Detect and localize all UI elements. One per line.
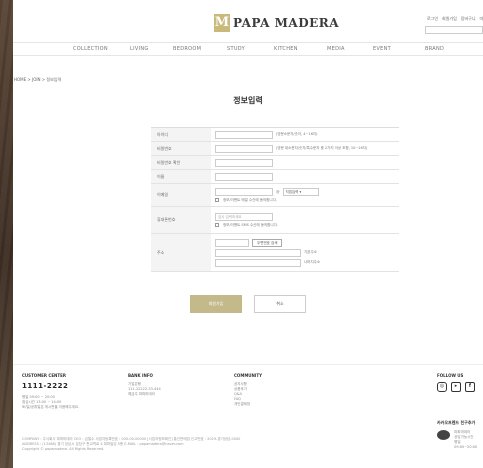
nav-collection[interactable]: COLLECTION — [73, 46, 108, 52]
company-info: COMPANY : 주식회사 파파마데라 CEO : 김철수 사업자등록번호 :… — [22, 437, 240, 452]
row-name: 이름 — [151, 170, 399, 184]
email-domain-select[interactable]: 직접입력 ▾ — [282, 187, 319, 196]
nav-kitchen[interactable]: KITCHEN — [274, 46, 298, 52]
page-title: 정보입력 — [233, 96, 263, 105]
kakao-chat-icon[interactable] — [437, 430, 451, 440]
bank-line: 예금주 파파마데라 — [128, 392, 155, 396]
address-basic-input[interactable] — [215, 248, 301, 257]
zipcode-search-button[interactable]: 우편번호 검색 — [252, 238, 283, 247]
nav-media[interactable]: MEDIA — [327, 46, 345, 52]
cs-phone: 1111-2222 — [22, 382, 69, 390]
youtube-icon[interactable]: ▸ — [451, 382, 461, 392]
email-at: @ — [276, 189, 280, 194]
address-basic-label: 기본주소 — [304, 250, 317, 254]
page-container: PAPA MADERA 로그인 회원가입 장바구니 마 COLLECTION L… — [13, 0, 483, 468]
nav-study[interactable]: STUDY — [227, 46, 245, 52]
email-label: 이메일 — [151, 184, 211, 206]
kakao-title: 카카오프렌드 친구추가 — [437, 420, 476, 425]
row-mobile: 휴대폰번호 검사 입력하세요 정보/이벤트 SMS 수신에 동의합니다. — [151, 207, 399, 234]
kakao-channel: 카카오프렌드 친구추가 파파마데라 상담가능시간 평일 09:00~20:00 — [437, 420, 483, 449]
address-detail-input[interactable] — [215, 258, 301, 267]
nav-living[interactable]: LIVING — [130, 46, 149, 52]
zipcode-input[interactable] — [215, 238, 249, 247]
name-label: 이름 — [151, 170, 211, 183]
bank-info: BANK INFO 기업은행 111-22222-33-444 예금주 파파마데… — [128, 373, 161, 397]
community-link[interactable]: 개인결제창 — [234, 402, 262, 407]
community: COMMUNITY 공지사항 상품후기 Q&A FAQ 개인결제창 — [234, 373, 262, 407]
breadcrumb: HOME > JOIN > 정보입력 — [14, 77, 62, 82]
email-agree-checkbox[interactable] — [215, 198, 219, 202]
password-input[interactable] — [215, 144, 273, 153]
follow-us: FOLLOW US ◎ ▸ f — [437, 373, 475, 392]
follow-title: FOLLOW US — [437, 373, 464, 378]
main-navigation: COLLECTION LIVING BEDROOM STUDY KITCHEN … — [13, 42, 483, 56]
sms-agree-checkbox[interactable] — [215, 223, 219, 227]
row-email: 이메일 @ 직접입력 ▾ 정보/이벤트 메일 수신에 동의합니다. — [151, 184, 399, 207]
utility-menu: 로그인 회원가입 장바구니 마 — [427, 16, 483, 22]
logo-text: PAPA MADERA — [233, 16, 340, 30]
nav-bedroom[interactable]: BEDROOM — [173, 46, 201, 52]
row-address: 주소 우편번호 검색 기본주소 나머지주소 — [151, 234, 399, 272]
cs-title: CUSTOMER CENTER — [22, 373, 66, 378]
id-input[interactable] — [215, 130, 273, 139]
form-actions: 회원가입 취소 — [13, 295, 483, 313]
logo-mark-icon — [214, 14, 230, 32]
kakao-line: 평일 09:00~20:00 — [454, 440, 478, 449]
footer: CUSTOMER CENTER 1111-2222 평일 09:00 ~ 20:… — [13, 364, 483, 468]
instagram-icon[interactable]: ◎ — [437, 382, 447, 392]
search-input[interactable] — [425, 26, 483, 34]
password-confirm-input[interactable] — [215, 158, 273, 167]
id-label: 아이디 — [151, 128, 211, 141]
facebook-icon[interactable]: f — [465, 382, 475, 392]
mobile-label: 휴대폰번호 — [151, 207, 211, 233]
row-password-confirm: 비밀번호 확인 — [151, 156, 399, 170]
util-join-link[interactable]: 회원가입 — [442, 16, 457, 22]
bank-title: BANK INFO — [128, 373, 153, 378]
password-confirm-label: 비밀번호 확인 — [151, 156, 211, 169]
community-title: COMMUNITY — [234, 373, 263, 378]
password-label: 비밀번호 — [151, 142, 211, 155]
row-id: 아이디 (영문소문자/숫자, 4~16자) — [151, 128, 399, 142]
brand-logo[interactable]: PAPA MADERA — [214, 14, 339, 32]
email-agree-label: 정보/이벤트 메일 수신에 동의합니다. — [223, 197, 277, 202]
cs-line: 토/일/공휴일은 게시판을 이용해주세요. — [22, 405, 80, 409]
email-id-input[interactable] — [215, 187, 273, 196]
name-input[interactable] — [215, 172, 273, 181]
customer-center: CUSTOMER CENTER 1111-2222 평일 09:00 ~ 20:… — [22, 373, 79, 410]
password-hint: (영문 대소문자/숫자/특수문자 중 2가지 이상 조합, 10~16자) — [276, 146, 368, 150]
nav-brand[interactable]: BRAND — [425, 46, 444, 52]
company-line: Copyright © papamadera. All Rights Reser… — [22, 447, 105, 451]
cancel-button[interactable]: 취소 — [254, 295, 306, 313]
join-button[interactable]: 회원가입 — [190, 295, 242, 313]
sms-agree-label: 정보/이벤트 SMS 수신에 동의합니다. — [223, 222, 278, 227]
join-form: 아이디 (영문소문자/숫자, 4~16자) 비밀번호 (영문 대소문자/숫자/특… — [151, 127, 399, 272]
nav-event[interactable]: EVENT — [373, 46, 391, 52]
address-label: 주소 — [151, 234, 211, 271]
util-cart-link[interactable]: 장바구니 — [461, 16, 476, 22]
address-detail-label: 나머지주소 — [304, 260, 321, 264]
util-more-link[interactable]: 마 — [480, 16, 483, 22]
mobile-input[interactable]: 검사 입력하세요 — [215, 212, 273, 221]
row-password: 비밀번호 (영문 대소문자/숫자/특수문자 중 2가지 이상 조합, 10~16… — [151, 142, 399, 156]
id-hint: (영문소문자/숫자, 4~16자) — [276, 132, 318, 136]
util-login-link[interactable]: 로그인 — [427, 16, 438, 22]
